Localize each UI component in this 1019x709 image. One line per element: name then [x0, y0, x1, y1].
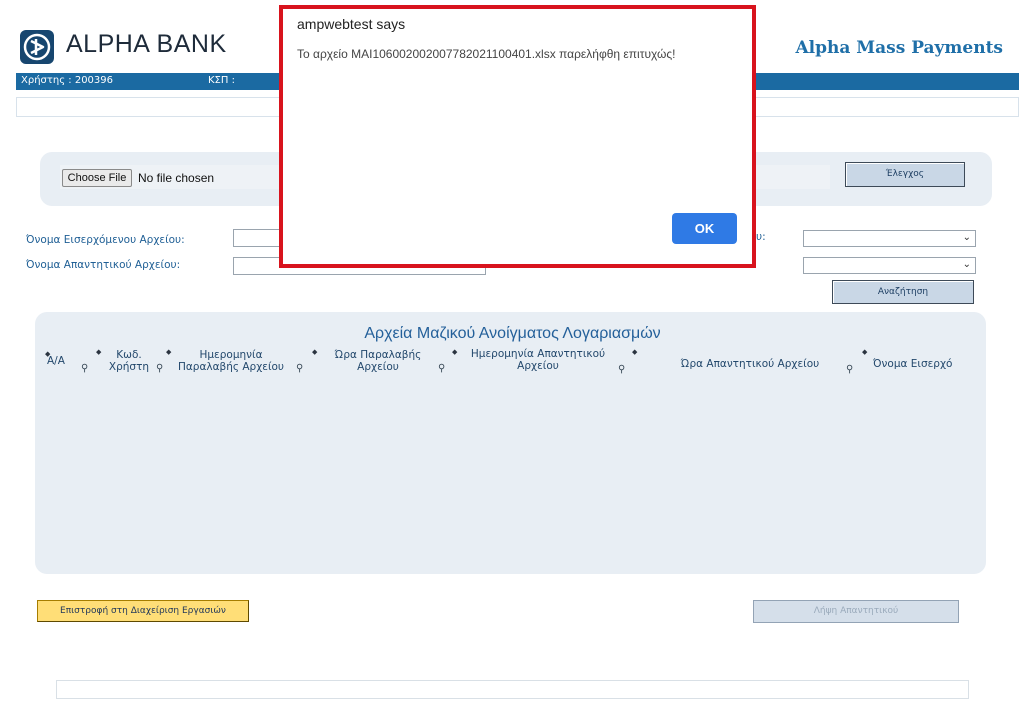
column-header-label: Ώρα Απαντητικού Αρχείου — [680, 358, 820, 370]
column-header-incoming-name[interactable]: ◆ Όνομα Εισερχό — [860, 346, 958, 378]
filter-select-1[interactable]: ⌄ — [803, 230, 976, 247]
column-header-response-time[interactable]: ◆ Ώρα Απαντητικού Αρχείου ⚲ — [630, 346, 860, 378]
incoming-file-input[interactable] — [233, 229, 283, 247]
no-file-chosen-text: No file chosen — [138, 171, 215, 185]
brand-name: ALPHA BANK — [66, 30, 227, 58]
filter-select-2[interactable]: ⌄ — [803, 257, 976, 274]
search-icon[interactable]: ⚲ — [296, 363, 303, 375]
user-label: Χρήστης : 200396 — [21, 75, 114, 86]
search-button[interactable]: Αναζήτηση — [832, 280, 974, 304]
column-header-label: Κωδ. Χρήστη — [108, 349, 150, 373]
column-header-label: Ημερομηνία Παραλαβής Αρχείου — [177, 349, 285, 373]
search-icon[interactable]: ⚲ — [438, 363, 445, 375]
choose-file-button[interactable]: Choose File — [62, 169, 132, 187]
column-header-label: Ημερομηνία Απαντητικού Αρχείου — [470, 348, 606, 372]
footer-bar — [56, 680, 969, 699]
ksp-label: ΚΣΠ : — [208, 75, 235, 86]
chevron-down-icon: ⌄ — [962, 232, 971, 243]
column-header-label: Όνομα Εισερχό — [873, 358, 953, 370]
column-header-receipt-date[interactable]: ◆ Ημερομηνία Παραλαβής Αρχείου ⚲ — [166, 346, 306, 378]
column-header-label: Ώρα Παραλαβής Αρχείου — [334, 349, 422, 373]
app-title: Alpha Mass Payments — [795, 38, 1003, 58]
dialog-message: Το αρχείο MAI106002002007782021100401.xl… — [297, 47, 676, 61]
sort-icon[interactable]: ◆ — [632, 346, 637, 358]
ok-button[interactable]: OK — [672, 213, 737, 244]
results-title: Αρχεία Μαζικού Ανοίγματος Λογαριασμών — [364, 325, 661, 342]
incoming-file-label: Όνομα Εισερχόμενου Αρχείου: — [26, 234, 185, 246]
back-to-jobs-button[interactable]: Επιστροφή στη Διαχείριση Εργασιών — [37, 600, 249, 622]
response-file-label: Όνομα Απαντητικού Αρχείου: — [26, 259, 181, 271]
column-header-aa[interactable]: ◆ Α/Α ⚲ — [43, 350, 88, 382]
column-header-label: Α/Α — [47, 355, 65, 367]
alpha-bank-logo-icon — [20, 30, 54, 64]
sort-icon[interactable]: ◆ — [96, 346, 101, 358]
filter-partial-label: υ: — [756, 231, 766, 243]
search-icon[interactable]: ⚲ — [618, 364, 625, 376]
sort-icon[interactable]: ◆ — [166, 346, 171, 358]
column-header-receipt-time[interactable]: ◆ Ώρα Παραλαβής Αρχείου ⚲ — [310, 346, 450, 378]
sort-icon[interactable]: ◆ — [452, 346, 457, 358]
chevron-down-icon: ⌄ — [962, 259, 971, 270]
sort-icon[interactable]: ◆ — [312, 346, 317, 358]
column-header-user-code[interactable]: ◆ Κωδ. Χρήστη ⚲ — [94, 346, 164, 378]
check-button[interactable]: Έλεγχος — [845, 162, 965, 187]
column-header-response-date[interactable]: ◆ Ημερομηνία Απαντητικού Αρχείου ⚲ — [450, 346, 632, 378]
search-icon[interactable]: ⚲ — [846, 364, 853, 376]
search-icon[interactable]: ⚲ — [156, 363, 163, 375]
alert-dialog: ampwebtest says Το αρχείο MAI10600200200… — [279, 5, 756, 268]
page: ALPHA BANK Alpha Mass Payments Χρήστης :… — [0, 0, 1019, 709]
search-icon[interactable]: ⚲ — [81, 363, 88, 375]
receive-response-button: Λήψη Απαντητικού — [753, 600, 959, 623]
dialog-title: ampwebtest says — [297, 16, 406, 32]
sort-icon[interactable]: ◆ — [862, 346, 867, 358]
